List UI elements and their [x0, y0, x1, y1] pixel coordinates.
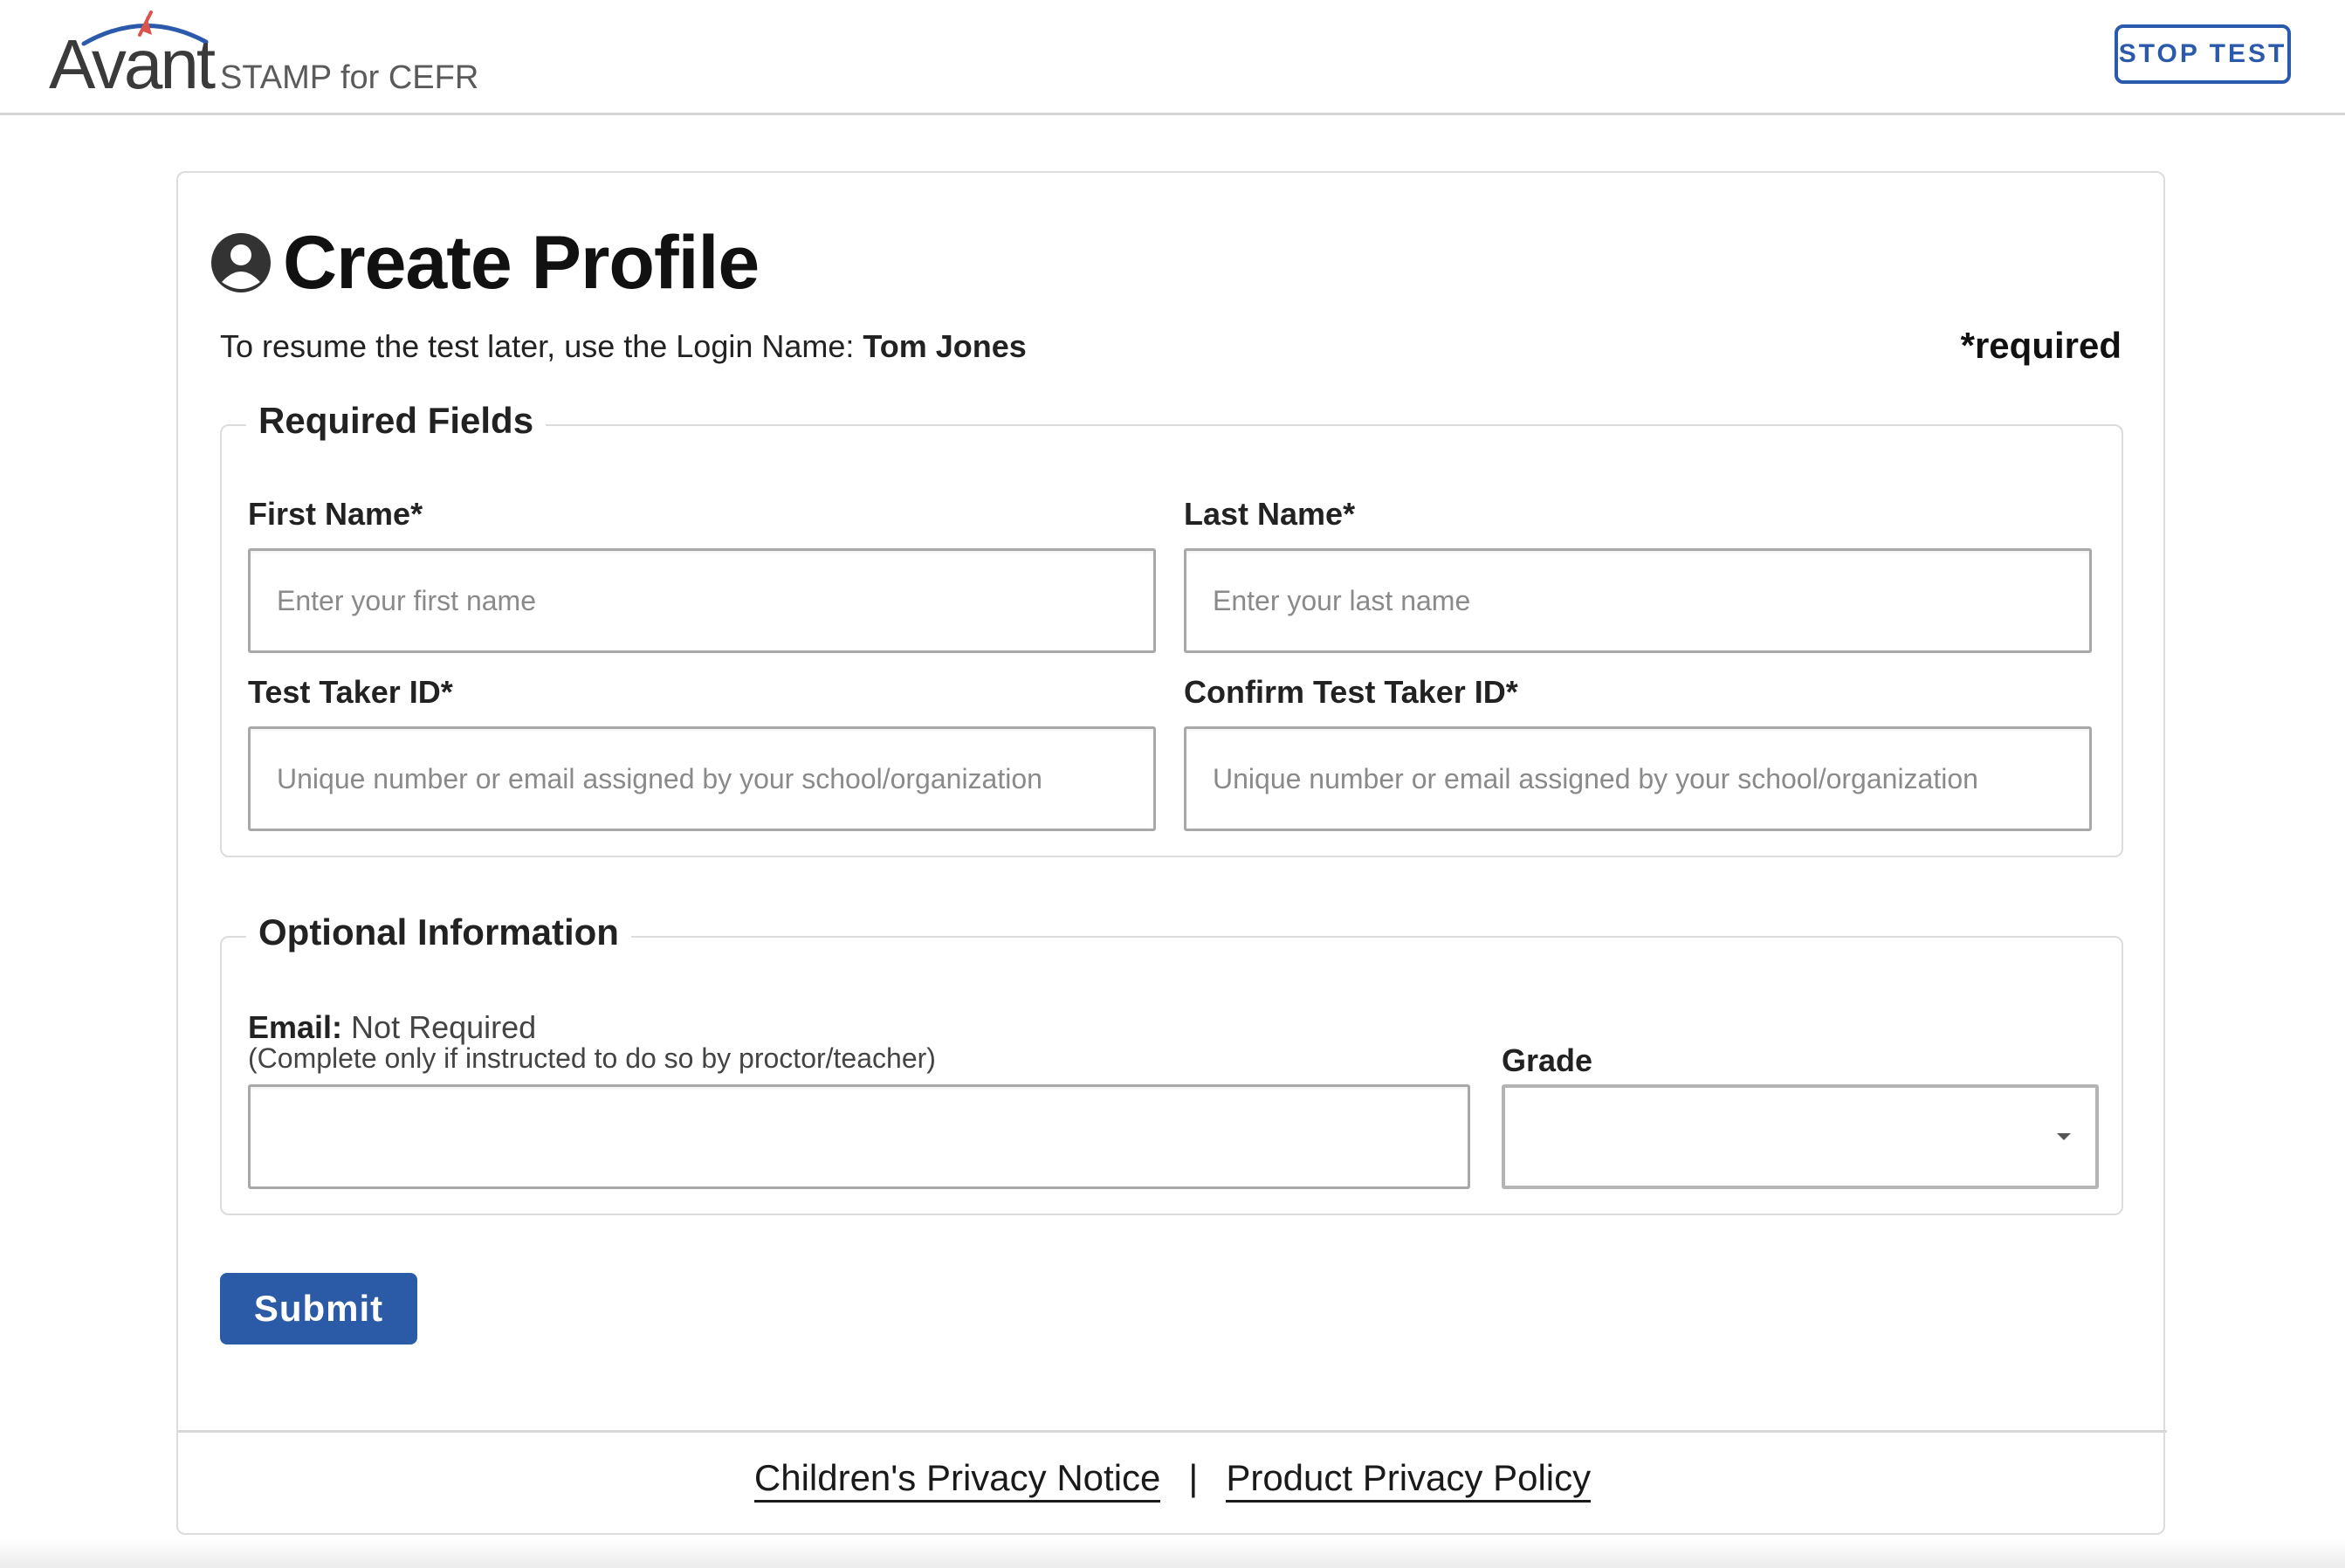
footer-separator: | [1188, 1457, 1199, 1498]
email-note: (Complete only if instructed to do so by… [248, 1042, 936, 1074]
required-fields-group: Required Fields First Name* Last Name* T… [220, 400, 2123, 857]
stop-test-button[interactable]: STOP TEST [2115, 24, 2291, 84]
user-circle-icon [211, 233, 271, 292]
top-bar: Avant STAMP for CEFR STOP TEST [0, 0, 2345, 115]
email-input[interactable] [248, 1084, 1470, 1189]
confirm-test-taker-id-input[interactable] [1184, 726, 2092, 831]
grade-label: Grade [1502, 1042, 1593, 1078]
required-note: *required [1960, 325, 2122, 366]
card-footer: Children's Privacy Notice | Product Privac… [178, 1430, 2167, 1533]
grade-select[interactable] [1502, 1084, 2099, 1189]
test-taker-id-input[interactable] [248, 726, 1156, 831]
email-label-line: Email: Not Required [248, 1011, 936, 1044]
email-label: Email: [248, 1009, 343, 1045]
footer-links: Children's Privacy Notice | Product Privac… [178, 1457, 2167, 1503]
optional-info-legend: Optional Information [246, 911, 631, 953]
childrens-privacy-link[interactable]: Children's Privacy Notice [753, 1457, 1161, 1503]
optional-info-group: Optional Information Email: Not Required… [220, 911, 2123, 1215]
email-label-block: Email: Not Required (Complete only if in… [248, 1011, 936, 1073]
email-required-status: Not Required [342, 1009, 537, 1045]
last-name-label: Last Name* [1184, 496, 1356, 532]
avant-logo: Avant STAMP for CEFR [49, 9, 503, 105]
title-row: Create Profile [210, 221, 760, 305]
first-name-input[interactable] [248, 548, 1156, 653]
product-privacy-link[interactable]: Product Privacy Policy [1226, 1457, 1592, 1503]
resume-text: To resume the test later, use the Login … [220, 328, 863, 364]
submit-button[interactable]: Submit [220, 1273, 417, 1344]
confirm-test-taker-id-label: Confirm Test Taker ID* [1184, 674, 1518, 710]
test-taker-id-label: Test Taker ID* [248, 674, 453, 710]
last-name-input[interactable] [1184, 548, 2092, 653]
login-name: Tom Jones [863, 328, 1027, 364]
page-title: Create Profile [283, 221, 760, 305]
required-fields-legend: Required Fields [246, 400, 547, 442]
bottom-fade [0, 1538, 2345, 1568]
create-profile-card: Create Profile To resume the test later,… [176, 171, 2167, 1535]
logo-subtitle: STAMP for CEFR [220, 59, 479, 96]
logo-wordmark: Avant [49, 25, 216, 103]
first-name-label: First Name* [248, 496, 423, 532]
caret-down-icon [2057, 1133, 2071, 1140]
resume-instructions: To resume the test later, use the Login … [220, 328, 1027, 365]
